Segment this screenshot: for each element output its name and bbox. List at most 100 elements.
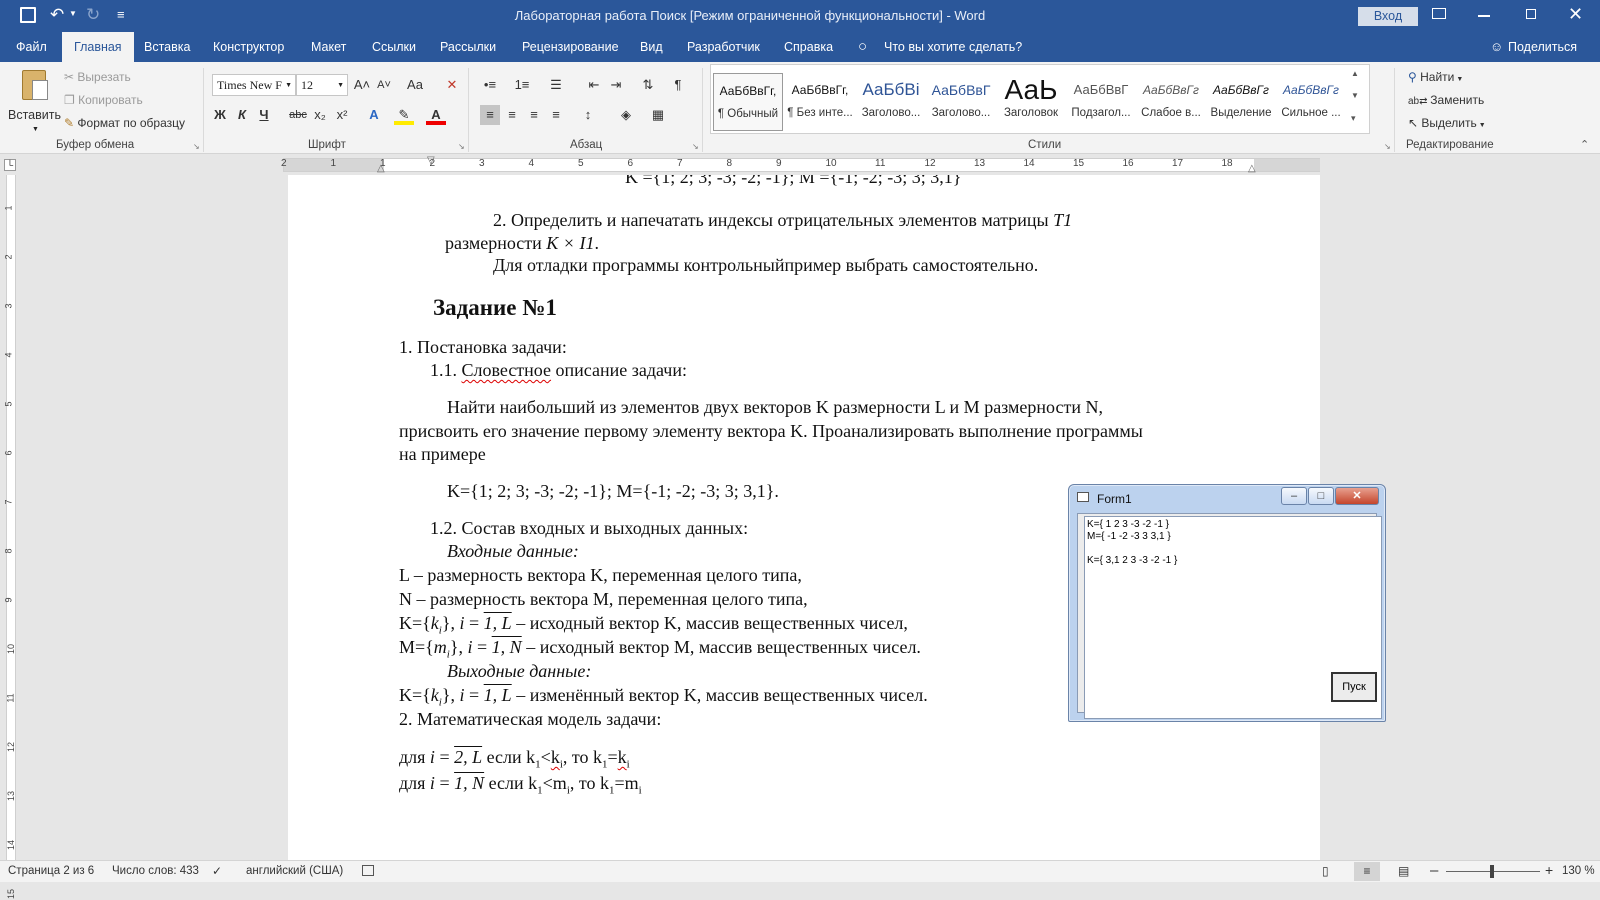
undo-icon[interactable]: ↶ <box>50 5 64 25</box>
style-heading-1[interactable]: АаБбВі Заголово... <box>857 73 925 131</box>
right-indent-marker[interactable]: △ <box>1248 163 1256 174</box>
zoom-slider-thumb[interactable] <box>1490 865 1494 878</box>
select-button[interactable]: ↖ Выделить ▼ <box>1408 116 1486 130</box>
change-case-button[interactable]: Aa <box>402 75 428 95</box>
highlight-color-icon[interactable]: ✎ <box>394 105 414 125</box>
style-normal[interactable]: АаБбВвГг, ¶ Обычный <box>713 73 783 131</box>
ribbon-display-options-icon[interactable] <box>1432 8 1446 19</box>
misspelled-word[interactable]: Словестное <box>462 360 552 380</box>
web-layout-icon[interactable]: ▤ <box>1398 864 1409 878</box>
justify-icon[interactable]: ≡ <box>546 105 566 125</box>
left-indent-marker[interactable]: △ <box>377 163 385 174</box>
horizontal-ruler[interactable]: 2 1 1 2 3 4 5 6 7 8 9 10 11 12 13 14 15 16 17 18 <box>281 158 1320 172</box>
copy-button[interactable]: ❐ Копировать <box>64 93 143 107</box>
output-memo[interactable]: K={ 1 2 3 -3 -2 -1 } M={ -1 -2 -3 3 3,1 … <box>1084 516 1382 719</box>
print-layout-icon[interactable]: ≡ <box>1354 862 1380 881</box>
format-painter-button[interactable]: ✎ Формат по образцу <box>64 116 185 130</box>
styles-scroll-down-icon[interactable]: ▼ <box>1351 91 1359 100</box>
tab-design[interactable]: Конструктор <box>213 32 284 62</box>
form-minimize-button[interactable]: – <box>1281 487 1307 505</box>
bullets-icon[interactable]: •≡ <box>480 75 500 95</box>
tab-selector-icon[interactable]: └ <box>4 159 16 171</box>
font-size-box[interactable]: 12 ▼ <box>296 74 348 96</box>
line-spacing-icon[interactable]: ↕ <box>578 105 598 125</box>
first-line-indent-marker[interactable]: ▽ <box>427 155 435 166</box>
restore-icon[interactable] <box>1526 9 1536 19</box>
form-close-button[interactable]: ✕ <box>1335 487 1379 505</box>
style-emphasis[interactable]: АаБбВвГг Выделение <box>1207 73 1275 131</box>
multilevel-list-icon[interactable]: ☰ <box>546 75 566 95</box>
form-maximize-button[interactable]: □ <box>1308 487 1334 505</box>
superscript-icon[interactable]: x² <box>332 105 352 125</box>
collapse-ribbon-icon[interactable]: ⌃ <box>1580 138 1589 151</box>
shading-icon[interactable]: ◈ <box>616 105 636 125</box>
page-indicator[interactable]: Страница 2 из 6 <box>8 865 94 877</box>
macro-record-icon[interactable] <box>362 865 374 876</box>
numbering-icon[interactable]: 1≡ <box>512 75 532 95</box>
paste-button[interactable]: Вставить ▼ <box>6 66 62 136</box>
style-intense-emphasis[interactable]: АаБбВвГг Сильное ... <box>1277 73 1345 131</box>
clear-formatting-icon[interactable]: ✕ <box>442 75 462 95</box>
language-indicator[interactable]: английский (США) <box>246 865 343 877</box>
shrink-font-icon[interactable]: A˅ <box>374 75 394 95</box>
styles-scroll-up-icon[interactable]: ▲ <box>1351 69 1359 78</box>
text-effects-icon[interactable]: A <box>364 105 384 125</box>
styles-launcher-icon[interactable]: ↘ <box>1384 142 1391 151</box>
minimize-icon[interactable] <box>1478 15 1490 17</box>
tab-insert[interactable]: Вставка <box>144 32 190 62</box>
font-name-box[interactable]: Times New F ▼ <box>212 74 296 96</box>
tab-home[interactable]: Главная <box>62 32 134 62</box>
start-button[interactable]: Пуск <box>1331 672 1377 702</box>
style-title[interactable]: АаЬ Заголовок <box>997 73 1065 131</box>
italic-button[interactable]: К <box>232 105 252 125</box>
cut-button[interactable]: ✂ Вырезать <box>64 70 131 84</box>
misspelled-word[interactable]: ki <box>551 747 563 771</box>
word-count[interactable]: Число слов: 433 <box>112 865 199 877</box>
misspelled-word[interactable]: ki <box>618 747 630 771</box>
tell-me-search[interactable]: Что вы хотите сделать? <box>884 32 1022 62</box>
grow-font-icon[interactable]: A˄ <box>352 75 372 95</box>
tab-view[interactable]: Вид <box>640 32 663 62</box>
clipboard-launcher-icon[interactable]: ↘ <box>193 142 200 151</box>
zoom-in-icon[interactable]: + <box>1545 862 1553 878</box>
sign-in-button[interactable]: Вход <box>1358 7 1418 26</box>
tab-help[interactable]: Справка <box>784 32 833 62</box>
decrease-indent-icon[interactable]: ⇤ <box>584 75 604 95</box>
borders-icon[interactable]: ▦ <box>648 105 668 125</box>
close-icon[interactable]: ✕ <box>1568 4 1583 25</box>
tab-review[interactable]: Рецензирование <box>522 32 619 62</box>
style-heading-2[interactable]: АаБбВвГ Заголово... <box>927 73 995 131</box>
sort-icon[interactable]: ⇅ <box>638 75 658 95</box>
align-center-icon[interactable]: ≡ <box>502 105 522 125</box>
show-marks-icon[interactable]: ¶ <box>668 75 688 95</box>
bold-button[interactable]: Ж <box>210 105 230 125</box>
align-left-icon[interactable]: ≡ <box>480 105 500 125</box>
replace-button[interactable]: ab⇄ Заменить <box>1408 93 1484 107</box>
tab-layout[interactable]: Макет <box>311 32 346 62</box>
font-color-icon[interactable]: A <box>426 105 446 125</box>
zoom-out-icon[interactable]: – <box>1430 862 1438 879</box>
tab-file[interactable]: Файл <box>16 32 47 62</box>
style-subtitle[interactable]: АаБбВвГ Подзагол... <box>1067 73 1135 131</box>
styles-more-icon[interactable]: ▾ <box>1351 113 1356 124</box>
vertical-ruler[interactable]: 1 2 3 4 5 6 7 8 9 10 11 12 13 14 15 <box>0 175 22 899</box>
zoom-level[interactable]: 130 % <box>1562 865 1595 877</box>
increase-indent-icon[interactable]: ⇥ <box>606 75 626 95</box>
read-mode-icon[interactable]: ▯ <box>1322 864 1329 878</box>
tab-references[interactable]: Ссылки <box>372 32 416 62</box>
strikethrough-button[interactable]: abc <box>286 105 310 125</box>
customize-qat-icon[interactable]: ≡ <box>117 7 125 22</box>
redo-icon[interactable]: ↻ <box>86 5 100 25</box>
subscript-icon[interactable]: x₂ <box>310 105 330 125</box>
font-launcher-icon[interactable]: ↘ <box>458 142 465 151</box>
align-right-icon[interactable]: ≡ <box>524 105 544 125</box>
undo-dropdown-icon[interactable]: ▼ <box>69 9 77 18</box>
find-button[interactable]: ⚲ Найти ▼ <box>1408 70 1463 84</box>
proofing-icon[interactable]: ✓ <box>212 864 222 878</box>
tab-developer[interactable]: Разработчик <box>687 32 760 62</box>
save-icon[interactable] <box>20 7 36 23</box>
share-button[interactable]: Поделиться <box>1508 32 1577 62</box>
underline-button[interactable]: Ч <box>254 105 274 125</box>
paragraph-launcher-icon[interactable]: ↘ <box>692 142 699 151</box>
style-no-spacing[interactable]: АаБбВвГг, ¶ Без инте... <box>785 73 855 131</box>
